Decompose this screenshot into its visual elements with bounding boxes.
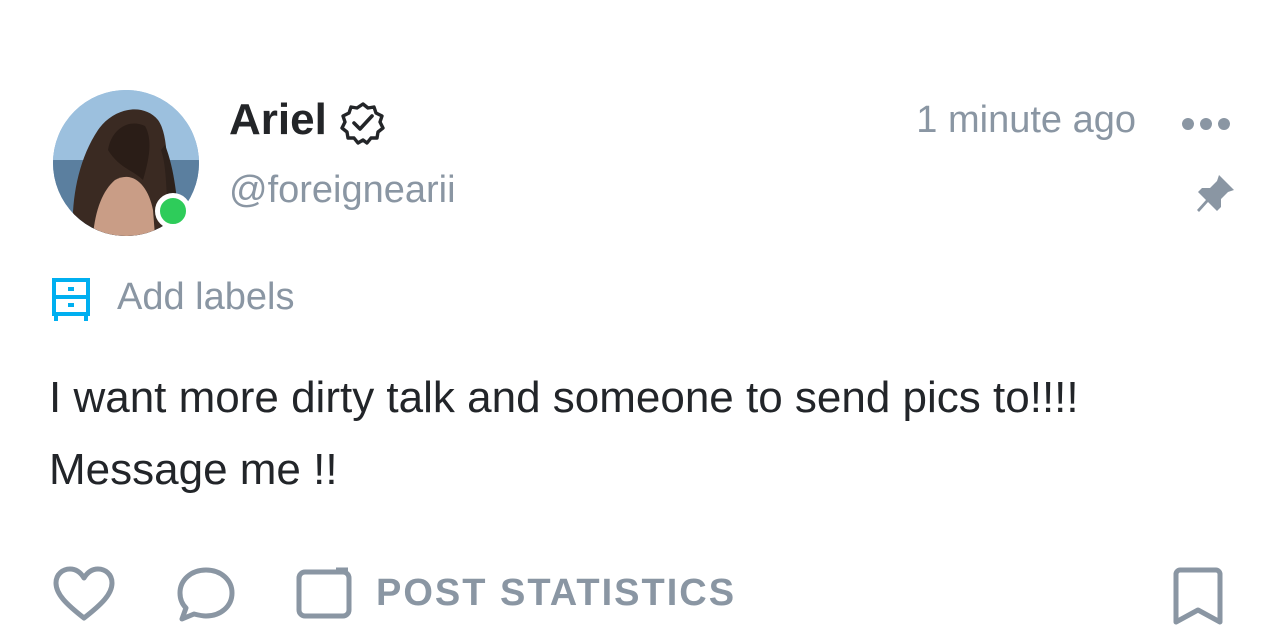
heart-icon[interactable] <box>52 566 116 622</box>
post-timestamp[interactable]: 1 minute ago <box>888 96 1136 144</box>
drawer-icon <box>52 278 90 321</box>
comment-icon[interactable] <box>176 566 236 622</box>
more-horizontal-icon[interactable] <box>1180 112 1232 136</box>
post-card: Ariel @foreignearii 1 minute ago Add lab… <box>0 0 1284 625</box>
online-status-dot <box>155 193 191 229</box>
pin-icon[interactable] <box>1193 172 1237 216</box>
verified-badge-icon <box>340 102 385 145</box>
author-display-name[interactable]: Ariel <box>229 95 327 145</box>
post-statistics-button[interactable]: POST STATISTICS <box>376 570 736 616</box>
post-actions-bar: POST STATISTICS <box>0 556 1284 625</box>
post-text: I want more dirty talk and someone to se… <box>49 373 1079 494</box>
stats-icon[interactable] <box>296 566 352 622</box>
bookmark-icon[interactable] <box>1172 566 1224 626</box>
add-labels-label: Add labels <box>117 276 295 318</box>
author-username[interactable]: @foreignearii <box>229 166 456 214</box>
